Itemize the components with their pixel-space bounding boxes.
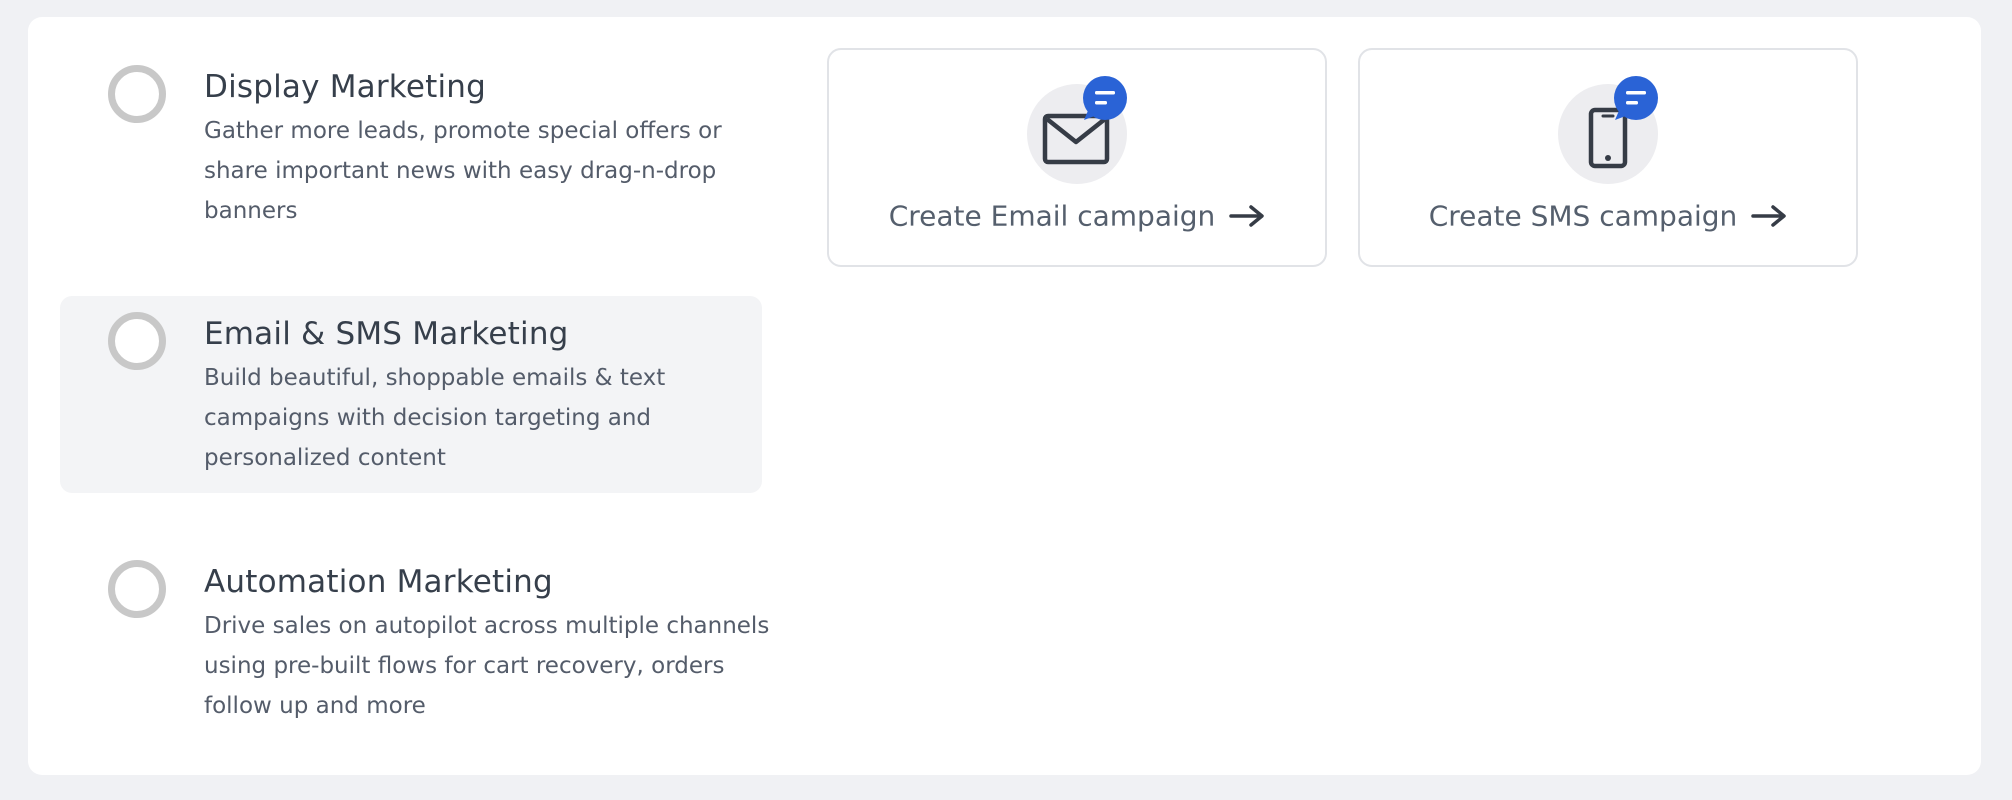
display-marketing-description: Gather more leads, promote special offer… [204, 118, 722, 224]
chat-bubble-icon [1083, 76, 1127, 120]
create-sms-campaign-card[interactable]: Create SMS campaign [1358, 48, 1858, 267]
option-display-marketing[interactable]: Display Marketing Gather more leads, pro… [60, 49, 762, 246]
email-campaign-illustration [1027, 76, 1147, 186]
create-email-campaign-label: Create Email campaign [888, 199, 1216, 233]
create-sms-campaign-label: Create SMS campaign [1428, 199, 1738, 233]
email-sms-marketing-description: Build beautiful, shoppable emails & text… [204, 365, 666, 471]
create-email-campaign-link[interactable]: Create Email campaign [829, 198, 1325, 233]
chat-bubble-icon [1614, 76, 1658, 120]
automation-marketing-radio[interactable] [108, 560, 166, 618]
create-email-campaign-card[interactable]: Create Email campaign [827, 48, 1327, 267]
automation-marketing-title: Automation Marketing [204, 564, 553, 600]
marketing-type-panel: Display Marketing Gather more leads, pro… [28, 17, 1981, 775]
option-email-sms-marketing[interactable]: Email & SMS Marketing Build beautiful, s… [60, 296, 762, 493]
automation-marketing-description: Drive sales on autopilot across multiple… [204, 613, 770, 719]
display-marketing-title: Display Marketing [204, 69, 487, 105]
arrow-right-icon [1229, 205, 1265, 227]
email-sms-marketing-radio[interactable] [108, 312, 166, 370]
display-marketing-radio[interactable] [108, 65, 166, 123]
create-sms-campaign-link[interactable]: Create SMS campaign [1360, 198, 1856, 233]
sms-campaign-illustration [1558, 76, 1678, 186]
arrow-right-icon [1751, 205, 1787, 227]
option-automation-marketing[interactable]: Automation Marketing Drive sales on auto… [60, 544, 769, 741]
email-sms-marketing-title: Email & SMS Marketing [204, 316, 569, 352]
